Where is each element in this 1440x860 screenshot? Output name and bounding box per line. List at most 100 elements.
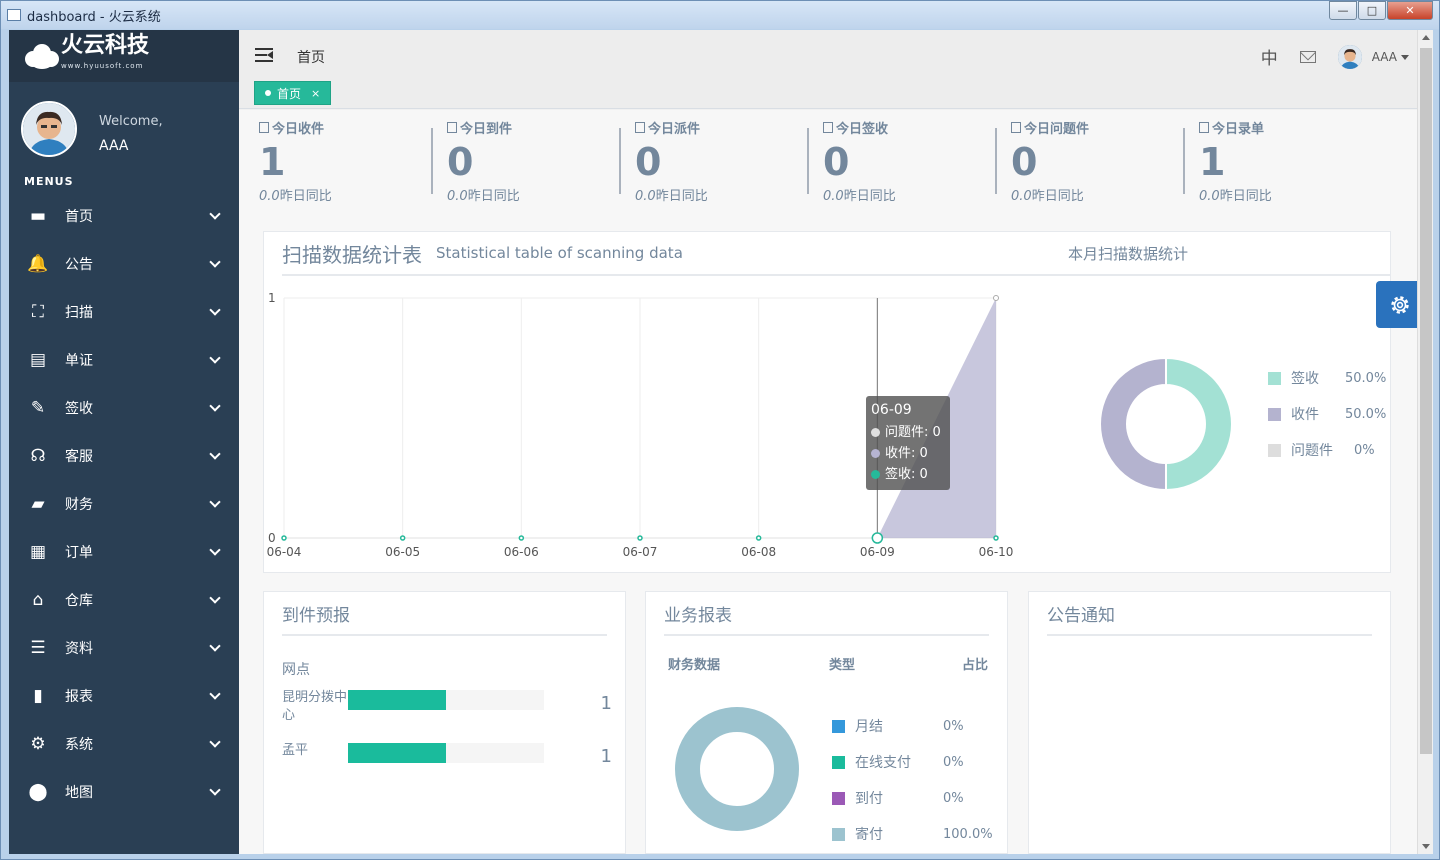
legend-item[interactable]: 签收 50.0% <box>1268 368 1388 388</box>
sidebar-item-1[interactable]: 🔔 公告 <box>9 240 239 288</box>
data-point[interactable] <box>281 535 287 541</box>
chevron-down-icon <box>209 208 221 220</box>
data-point[interactable] <box>399 535 406 541</box>
profile: Welcome, AAA <box>9 82 239 172</box>
legend-label: 问题件 <box>1291 443 1333 459</box>
app-window: dashboard - 火云系统 — □ ✕ 火云科技 www.hyuusoft… <box>0 0 1440 860</box>
sidebar-item-8[interactable]: ⌂ 仓库 <box>9 576 239 624</box>
series-dot-icon <box>871 470 880 479</box>
bell-icon: 🔔 <box>27 254 49 274</box>
sidebar-item-label: 扫描 <box>65 305 93 321</box>
data-point[interactable] <box>871 532 884 544</box>
chevron-down-icon <box>209 688 221 700</box>
series-dot-icon <box>871 449 880 458</box>
clipboard-icon: ▦ <box>29 542 47 562</box>
stat-card: 今日签收 0 0.0昨日同比 <box>807 118 1011 208</box>
vertical-scrollbar[interactable] <box>1417 30 1433 854</box>
stat-value: 0 <box>823 140 850 184</box>
sidebar-item-3[interactable]: ▤ 单证 <box>9 336 239 384</box>
menu-toggle-icon[interactable] <box>255 48 273 62</box>
sidebar-item-12[interactable]: ⬤ 地图 <box>9 768 239 816</box>
data-point[interactable] <box>518 535 525 541</box>
sidebar-item-4[interactable]: ✎ 签收 <box>9 384 239 432</box>
arrival-forecast-panel: 到件预报 网点 昆明分拨中心 1 孟平 1 <box>263 591 626 854</box>
month-donut-chart[interactable] <box>1098 356 1234 492</box>
forecast-bar-row: 孟平 1 <box>282 742 612 782</box>
pie-slice[interactable] <box>1165 356 1233 492</box>
pie-slice[interactable] <box>675 707 799 831</box>
stat-value: 1 <box>259 140 286 184</box>
legend-item[interactable]: 寄付 100.0% <box>832 824 1002 844</box>
business-panel-title: 业务报表 <box>664 605 732 626</box>
gear-icon: ⚙ <box>30 734 46 754</box>
avatar[interactable] <box>21 101 77 157</box>
legend-label: 到付 <box>855 791 883 807</box>
scroll-thumb[interactable] <box>1420 48 1432 754</box>
data-point[interactable] <box>637 535 643 541</box>
stat-compare-label: 昨日同比 <box>655 189 708 204</box>
cloud-logo-icon <box>23 41 59 71</box>
stat-label: 今日录单 <box>1212 122 1265 137</box>
sidebar-item-label: 系统 <box>65 737 93 753</box>
scroll-down-icon[interactable] <box>1422 844 1430 849</box>
breadcrumb[interactable]: 首页 <box>297 47 325 67</box>
sidebar-item-6[interactable]: ▰ 财务 <box>9 480 239 528</box>
data-point[interactable] <box>993 535 999 541</box>
bar-chart-icon: ▮ <box>33 686 43 706</box>
scan-panel-title: 扫描数据统计表 <box>282 242 422 267</box>
legend-item[interactable]: 问题件 0% <box>1268 440 1388 460</box>
legend-percent: 0% <box>943 718 964 734</box>
logo[interactable]: 火云科技 www.hyuusoft.com <box>9 30 239 82</box>
sidebar-item-label: 客服 <box>65 449 93 465</box>
stat-value: 0 <box>447 140 474 184</box>
sidebar-item-2[interactable]: ⛶ 扫描 <box>9 288 239 336</box>
data-point[interactable] <box>993 295 999 301</box>
stat-value: 0 <box>635 140 662 184</box>
stat-compare-value: 0.0 <box>1199 189 1220 204</box>
sidebar-item-7[interactable]: ▦ 订单 <box>9 528 239 576</box>
stat-compare-value: 0.0 <box>823 189 844 204</box>
language-switch[interactable]: 中 <box>1261 44 1278 69</box>
chevron-down-icon <box>209 352 221 364</box>
document-icon: ▤ <box>29 350 47 370</box>
business-donut-chart[interactable] <box>674 706 800 832</box>
legend-item[interactable]: 在线支付 0% <box>832 752 1002 772</box>
mail-icon[interactable] <box>1299 50 1316 63</box>
user-menu[interactable]: AAA <box>1372 50 1409 64</box>
active-dot-icon <box>265 90 271 96</box>
chevron-down-icon <box>209 256 221 268</box>
stat-card: 今日录单 1 0.0昨日同比 <box>1183 118 1387 208</box>
pie-slice[interactable] <box>1099 356 1167 492</box>
brand-url: www.hyuusoft.com <box>61 62 144 70</box>
branch-column-label: 网点 <box>282 662 310 678</box>
title-bar[interactable]: dashboard - 火云系统 — □ ✕ <box>1 1 1439 29</box>
map-pin-icon: ⬤ <box>28 782 48 802</box>
stat-compare-label: 昨日同比 <box>843 189 896 204</box>
sidebar-item-0[interactable]: ▬ 首页 <box>9 192 239 240</box>
bar-fill <box>348 690 446 710</box>
sidebar-item-10[interactable]: ▮ 报表 <box>9 672 239 720</box>
tab-home[interactable]: 首页 × <box>254 81 332 105</box>
data-point[interactable] <box>755 535 762 541</box>
maximize-button[interactable]: □ <box>1358 1 1386 20</box>
sidebar-item-11[interactable]: ⚙ 系统 <box>9 720 239 768</box>
minimize-button[interactable]: — <box>1329 1 1357 20</box>
legend-item[interactable]: 到付 0% <box>832 788 1002 808</box>
tab-close-icon[interactable]: × <box>311 87 320 100</box>
sidebar-item-label: 签收 <box>65 401 93 417</box>
stat-label: 今日问题件 <box>1024 122 1090 137</box>
stat-label: 今日派件 <box>648 122 701 137</box>
sidebar-item-5[interactable]: ☊ 客服 <box>9 432 239 480</box>
wallet-icon: ▰ <box>31 494 45 514</box>
user-avatar[interactable] <box>1337 44 1362 69</box>
legend-item[interactable]: 收件 50.0% <box>1268 404 1388 424</box>
legend-item[interactable]: 月结 0% <box>832 716 1002 736</box>
calendar-icon <box>1011 122 1021 133</box>
month-stats-title: 本月扫描数据统计 <box>1068 244 1189 263</box>
scroll-up-icon[interactable] <box>1422 35 1430 40</box>
calendar-icon <box>1199 122 1209 133</box>
tooltip-row: 签收: 0 <box>871 464 945 485</box>
client-area: 火云科技 www.hyuusoft.com Welcome, AAA MENUS… <box>9 30 1433 854</box>
sidebar-item-9[interactable]: ☰ 资料 <box>9 624 239 672</box>
close-button[interactable]: ✕ <box>1387 1 1433 20</box>
